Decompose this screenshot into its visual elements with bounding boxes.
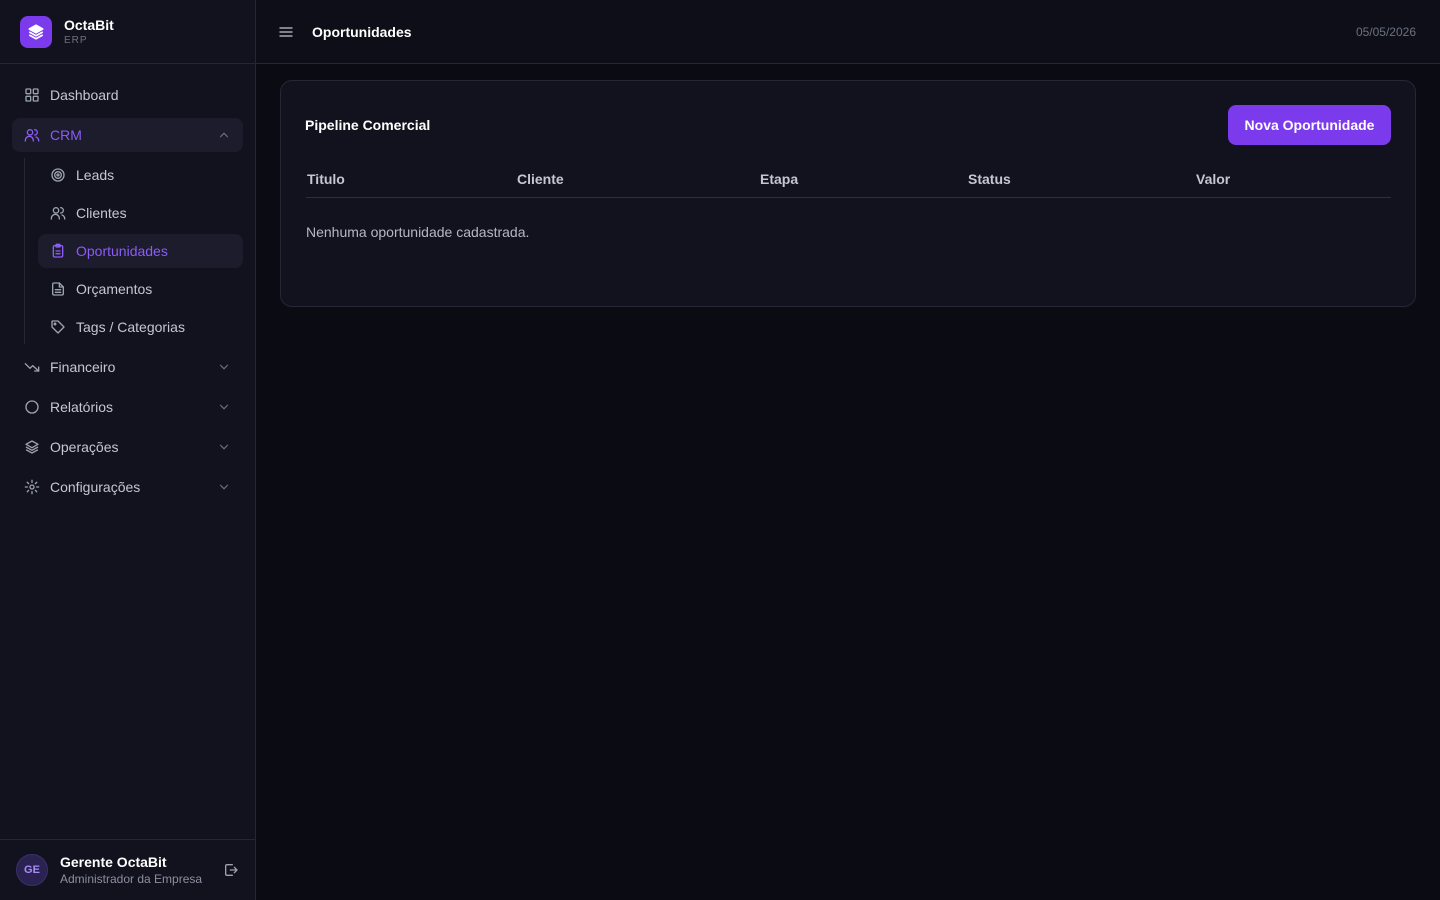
file-text-icon xyxy=(50,281,66,297)
sidebar-item-label: Configurações xyxy=(50,479,141,495)
column-header-cliente[interactable]: Cliente xyxy=(517,171,564,187)
sidebar-item-label: Orçamentos xyxy=(76,281,153,297)
menu-icon[interactable] xyxy=(278,24,294,40)
sidebar-item-configuracoes[interactable]: Configurações xyxy=(12,470,243,504)
sidebar-item-orcamentos[interactable]: Orçamentos xyxy=(38,272,243,306)
new-opportunity-button[interactable]: Nova Oportunidade xyxy=(1228,105,1391,145)
sidebar-item-label: Relatórios xyxy=(50,399,114,415)
column-header-status[interactable]: Status xyxy=(968,171,1011,187)
layers-icon xyxy=(24,439,40,455)
user-name: Gerente OctaBit xyxy=(60,854,167,870)
user-role: Administrador da Empresa xyxy=(60,872,203,886)
clipboard-icon xyxy=(50,243,66,259)
sidebar-item-label: Leads xyxy=(76,167,115,183)
sidebar-nav: Dashboard CRM Leads Clientes Oportunidad… xyxy=(0,64,255,504)
logout-icon[interactable] xyxy=(223,862,239,878)
tag-icon xyxy=(50,319,66,335)
sidebar-item-oportunidades[interactable]: Oportunidades xyxy=(38,234,243,268)
sidebar: OctaBit ERP Dashboard CRM Leads Clientes… xyxy=(0,0,256,900)
brand: OctaBit ERP xyxy=(0,0,255,64)
card-title: Pipeline Comercial xyxy=(305,117,431,133)
brand-name: OctaBit xyxy=(64,16,114,33)
sidebar-item-leads[interactable]: Leads xyxy=(38,158,243,192)
users-icon xyxy=(24,127,40,143)
chevron-down-icon xyxy=(217,480,231,494)
sidebar-item-tags[interactable]: Tags / Categorias xyxy=(38,310,243,344)
brand-subtitle: ERP xyxy=(64,34,88,46)
column-header-etapa[interactable]: Etapa xyxy=(760,171,798,187)
empty-state-message: Nenhuma oportunidade cadastrada. xyxy=(306,224,530,240)
sidebar-item-crm[interactable]: CRM xyxy=(12,118,243,152)
chevron-down-icon xyxy=(217,400,231,414)
sidebar-item-label: CRM xyxy=(50,127,82,143)
sidebar-item-label: Financeiro xyxy=(50,359,116,375)
chevron-down-icon xyxy=(217,440,231,454)
column-header-valor[interactable]: Valor xyxy=(1196,171,1230,187)
sidebar-item-label: Clientes xyxy=(76,205,127,221)
user-panel: GE Gerente OctaBit Administrador da Empr… xyxy=(0,839,255,900)
table-header: Titulo Cliente Etapa Status Valor xyxy=(306,169,1391,198)
chevron-up-icon xyxy=(217,128,231,142)
current-date: 05/05/2026 xyxy=(1355,24,1416,39)
sidebar-item-clientes[interactable]: Clientes xyxy=(38,196,243,230)
sidebar-item-operacoes[interactable]: Operações xyxy=(12,430,243,464)
column-header-titulo[interactable]: Titulo xyxy=(307,171,345,187)
crm-submenu: Leads Clientes Oportunidades Orçamentos xyxy=(24,158,255,344)
gear-icon xyxy=(24,479,40,495)
sidebar-item-financeiro[interactable]: Financeiro xyxy=(12,350,243,384)
sidebar-item-relatorios[interactable]: Relatórios xyxy=(12,390,243,424)
sidebar-item-dashboard[interactable]: Dashboard xyxy=(12,78,243,112)
pipeline-card: Pipeline Comercial Nova Oportunidade Tit… xyxy=(280,80,1416,307)
users-icon xyxy=(50,205,66,221)
sidebar-item-label: Oportunidades xyxy=(76,243,168,259)
top-header: Oportunidades 05/05/2026 xyxy=(256,0,1440,64)
chevron-down-icon xyxy=(217,360,231,374)
sidebar-item-label: Operações xyxy=(50,439,119,455)
circle-icon xyxy=(24,399,40,415)
grid-icon xyxy=(24,87,40,103)
trending-down-icon xyxy=(24,359,40,375)
sidebar-item-label: Dashboard xyxy=(50,87,119,103)
layers-logo-icon xyxy=(20,15,52,48)
target-icon xyxy=(50,167,66,183)
avatar[interactable]: GE xyxy=(16,854,48,886)
page-title: Oportunidades xyxy=(312,23,412,40)
sidebar-item-label: Tags / Categorias xyxy=(76,319,185,335)
